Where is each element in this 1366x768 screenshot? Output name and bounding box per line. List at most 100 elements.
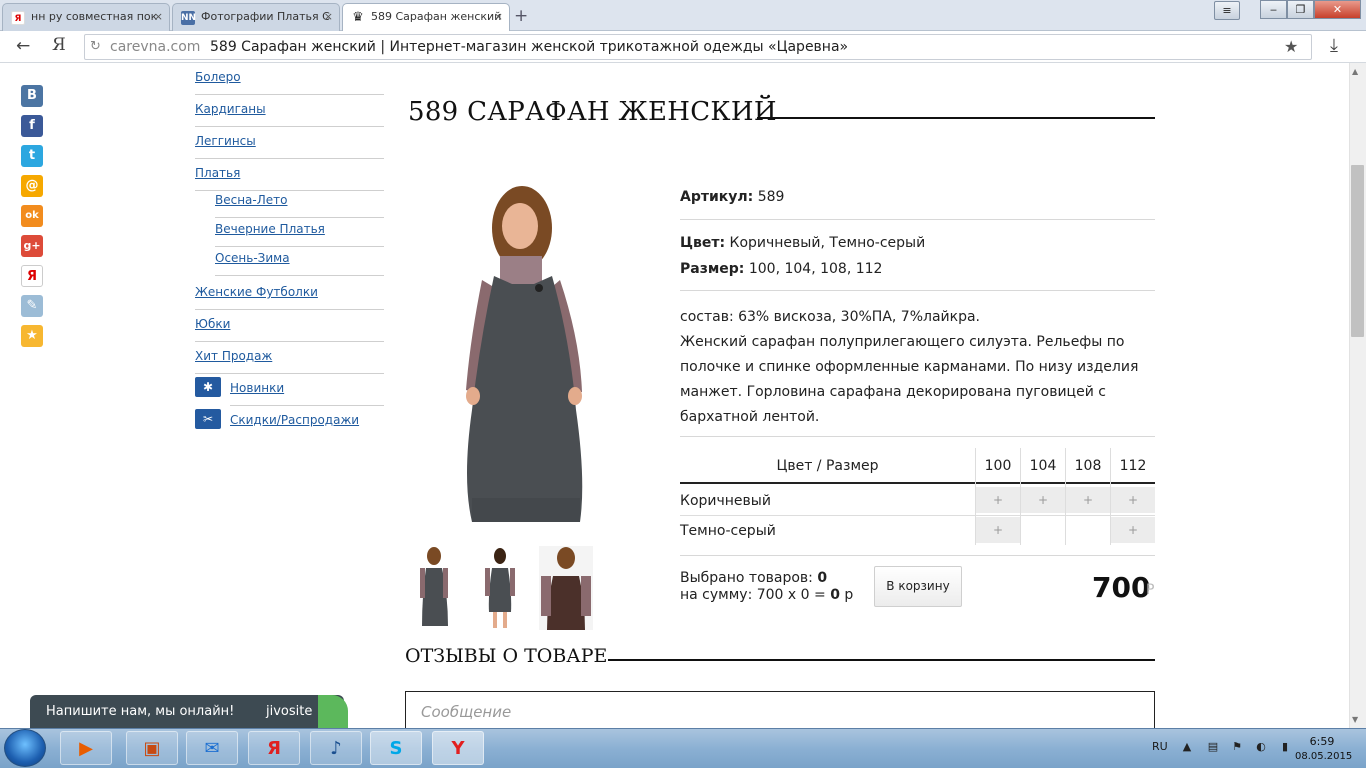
sidebar-item-leggings[interactable]: Леггинсы (195, 131, 384, 159)
divider (680, 290, 1155, 291)
scrollbar-thumb[interactable] (1351, 165, 1364, 337)
sidebar-item-bestsellers[interactable]: Хит Продаж (195, 346, 384, 374)
tray-battery-icon[interactable]: ▮ (1279, 741, 1291, 753)
tray-expand-icon[interactable]: ▲ (1181, 741, 1193, 753)
sidebar-item-bolero[interactable]: Болеро (195, 67, 384, 95)
scissors-icon: ✂ (195, 409, 221, 429)
selected-count: 0 (817, 570, 828, 586)
url-page-title: 589 Сарафан женский | Интернет-магазин ж… (210, 39, 849, 55)
sidebar-item-new[interactable]: Новинки (230, 378, 384, 406)
tab-1[interactable]: Я нн ру совместная пок × (2, 3, 170, 31)
sidebar-item-dresses[interactable]: Платья (195, 163, 384, 191)
add-darkgray-112[interactable]: + (1111, 517, 1155, 543)
grid-header: Цвет / Размер (776, 458, 879, 474)
clock-date[interactable]: 08.05.2015 (1295, 751, 1352, 762)
sidebar-item-evening-dresses[interactable]: Вечерние Платья (215, 219, 384, 247)
browser-menu-icon[interactable]: ≡ (1214, 1, 1240, 20)
size-col-108: 108 (1074, 458, 1102, 474)
download-icon[interactable]: ⤓ (1330, 35, 1338, 56)
article-row: Артикул: 589 (680, 189, 784, 205)
row-darkgray: Темно-серый (680, 523, 776, 539)
folder-icon[interactable]: ▣ (126, 731, 178, 765)
minimize-icon[interactable]: ‒ (1260, 0, 1287, 19)
tab-label: нн ру совместная пок (31, 10, 158, 23)
odnoklassniki-icon[interactable]: ok (21, 205, 43, 227)
yandex-home-icon[interactable]: Я (52, 35, 66, 55)
product-description: состав: 63% вискоза, 30%ПА, 7%лайкра. Же… (680, 305, 1155, 430)
reviews-divider (608, 659, 1155, 661)
livejournal-icon[interactable]: ✎ (21, 295, 43, 317)
grid-header-line (680, 482, 1155, 484)
tab-3-active[interactable]: ♛ 589 Сарафан женский × (342, 3, 510, 32)
product-main-image[interactable] (410, 180, 660, 542)
vk-icon[interactable]: В (21, 85, 43, 107)
add-brown-108[interactable]: + (1066, 487, 1110, 513)
media-player-icon[interactable]: ▶ (60, 731, 112, 765)
add-brown-104[interactable]: + (1021, 487, 1065, 513)
tray-flag-icon[interactable]: ⚑ (1231, 741, 1243, 753)
tab-2[interactable]: NN Фотографии Платья С × (172, 3, 340, 31)
color-value: Коричневый, Темно-серый (729, 235, 926, 251)
desc-line: Женский сарафан полуприлегающего силуэта… (680, 334, 1125, 350)
size-col-104: 104 (1029, 458, 1057, 474)
crown-favicon-icon: ♛ (352, 10, 364, 25)
page-title: 589 САРАФАН ЖЕНСКИЙ (408, 97, 777, 127)
back-arrow-icon[interactable]: ← (16, 36, 30, 56)
tray-volume-icon[interactable]: ◐ (1255, 741, 1267, 753)
sidebar-item-sale[interactable]: Скидки/Распродажи (230, 410, 384, 438)
tab-label: 589 Сарафан женский (371, 10, 502, 23)
maximize-icon[interactable]: ❐ (1287, 0, 1314, 19)
google-plus-icon[interactable]: g+ (21, 235, 43, 257)
yandex-share-icon[interactable]: Я (21, 265, 43, 287)
close-tab-icon[interactable]: × (494, 10, 503, 23)
volume-app-icon[interactable]: ♪ (310, 731, 362, 765)
yandex-favicon-icon: Я (11, 11, 25, 25)
color-label: Цвет: (680, 235, 726, 251)
row-brown: Коричневый (680, 493, 771, 509)
add-brown-112[interactable]: + (1111, 487, 1155, 513)
sum-row: на сумму: 700 x 0 = 0 р (680, 587, 853, 603)
sidebar-item-spring-summer[interactable]: Весна-Лето (215, 190, 384, 218)
twitter-icon[interactable]: t (21, 145, 43, 167)
skype-icon[interactable]: S (370, 731, 422, 765)
chat-label[interactable]: Напишите нам, мы онлайн! (46, 704, 234, 719)
sum-value: 0 (830, 587, 840, 603)
add-brown-100[interactable]: + (976, 487, 1020, 513)
sidebar-item-cardigans[interactable]: Кардиганы (195, 99, 384, 127)
windows-start-icon[interactable] (4, 729, 46, 767)
size-value: 100, 104, 108, 112 (748, 261, 883, 277)
thumbnail-2[interactable] (476, 546, 524, 630)
facebook-icon[interactable]: f (21, 115, 43, 137)
sidebar-item-tshirts[interactable]: Женские Футболки (195, 282, 384, 310)
add-to-cart-button[interactable]: В корзину (874, 566, 962, 607)
add-darkgray-100[interactable]: + (976, 517, 1020, 543)
bookmark-star-icon[interactable]: ★ (1284, 37, 1298, 56)
thumbnail-1[interactable] (412, 546, 460, 630)
scrollbar-track[interactable] (1349, 63, 1366, 728)
language-indicator[interactable]: RU (1152, 740, 1168, 753)
close-window-icon[interactable]: ✕ (1314, 0, 1361, 19)
close-tab-icon[interactable]: × (324, 10, 333, 23)
clock-time[interactable]: 6:59 (1302, 735, 1342, 748)
size-row: Размер: 100, 104, 108, 112 (680, 261, 882, 277)
review-message-input[interactable] (405, 691, 1155, 731)
desc-line: манжет. Горловина сарафана декорирована … (680, 384, 1106, 400)
favorites-star-icon[interactable]: ★ (21, 325, 43, 347)
color-row: Цвет: Коричневый, Темно-серый (680, 235, 925, 251)
yandex-app-icon[interactable]: Я (248, 731, 300, 765)
article-label: Артикул: (680, 189, 754, 205)
scroll-up-icon[interactable]: ▲ (1352, 67, 1358, 76)
reload-icon[interactable]: ↻ (90, 39, 101, 54)
sum-label: на сумму: 700 x 0 = (680, 587, 826, 603)
tray-network-icon[interactable]: ▤ (1207, 741, 1219, 753)
nn-favicon-icon: NN (181, 11, 197, 25)
new-tab-icon[interactable]: + (514, 6, 528, 26)
sidebar-item-autumn-winter[interactable]: Осень-Зима (215, 248, 384, 276)
scroll-down-icon[interactable]: ▼ (1352, 715, 1358, 724)
close-tab-icon[interactable]: × (154, 10, 163, 23)
mailru-icon[interactable]: @ (21, 175, 43, 197)
yandex-browser-icon[interactable]: Y (432, 731, 484, 765)
thumbnail-3[interactable] (539, 546, 593, 630)
mail-icon[interactable]: ✉ (186, 731, 238, 765)
sidebar-item-skirts[interactable]: Юбки (195, 314, 384, 342)
